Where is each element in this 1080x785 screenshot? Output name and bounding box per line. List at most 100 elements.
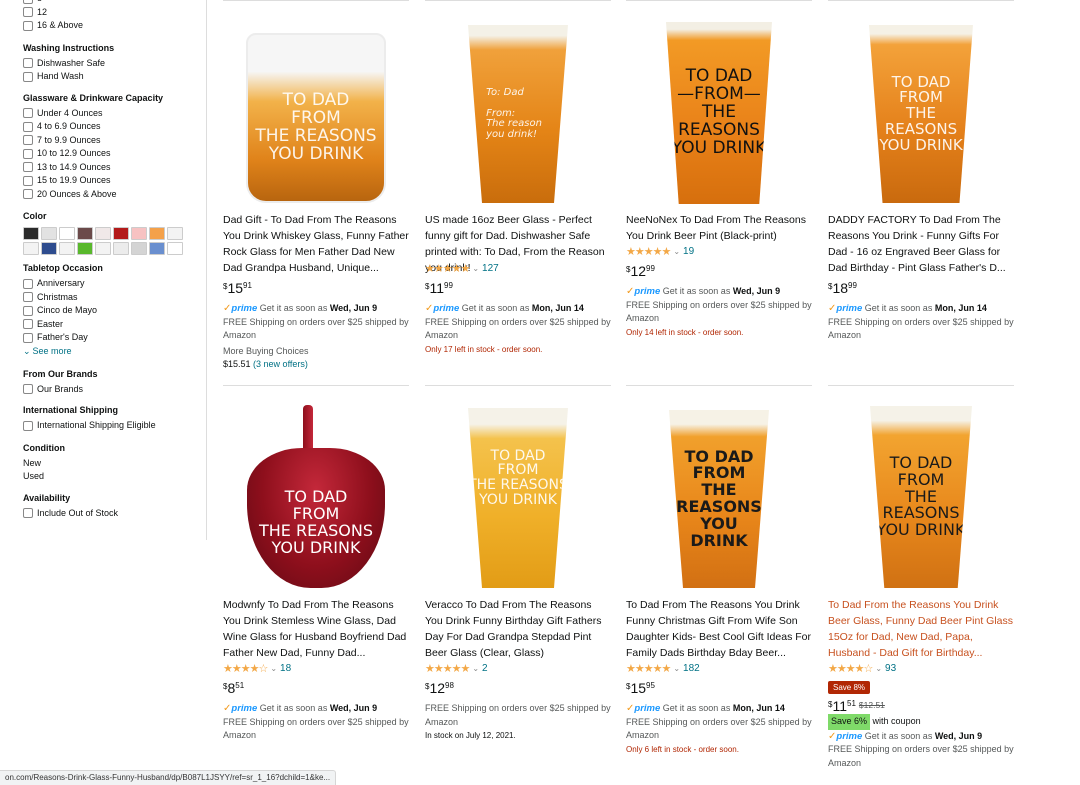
product-title-link[interactable]: Veracco To Dad From The Reasons You Drin… (425, 597, 611, 661)
filter-option[interactable]: Include Out of Stock (23, 507, 198, 521)
product-title-link[interactable]: NeeNoNex To Dad From The Reasons You Dri… (626, 212, 812, 244)
product-image[interactable]: TO DAD —FROM— THE REASONS YOU DRINK (626, 20, 812, 205)
filter-option[interactable]: Our Brands (23, 383, 198, 397)
color-swatch[interactable] (167, 242, 183, 255)
delivery-info: ✓prime Get it as soon as Mon, Jun 14 (425, 303, 584, 314)
price[interactable]: $8 51 (223, 680, 409, 698)
color-swatch[interactable] (149, 227, 165, 240)
product-title-link[interactable]: To Dad From The Reasons You Drink Funny … (626, 597, 812, 661)
color-swatch[interactable] (23, 242, 39, 255)
prime-logo: prime (836, 303, 863, 314)
color-swatch[interactable] (95, 242, 111, 255)
filter-option[interactable]: Cinco de Mayo (23, 304, 198, 318)
checkbox[interactable] (23, 58, 33, 69)
product-image[interactable]: TO DAD FROM THE REASONS YOU DRINK (223, 20, 409, 205)
color-swatch[interactable] (77, 227, 93, 240)
product-image[interactable]: To: Dad From: The reason you drink! (425, 20, 611, 205)
checkbox[interactable] (23, 420, 33, 431)
color-swatch[interactable] (41, 242, 57, 255)
color-swatch[interactable] (59, 227, 75, 240)
product-title-link[interactable]: Dad Gift - To Dad From The Reasons You D… (223, 212, 409, 276)
checkbox[interactable] (23, 292, 33, 303)
color-swatch[interactable] (131, 242, 147, 255)
color-swatch[interactable] (23, 227, 39, 240)
checkbox[interactable] (23, 162, 33, 173)
filter-option[interactable]: 15 to 19.9 Ounces (23, 174, 198, 188)
filter-option[interactable]: 20 Ounces & Above (23, 188, 198, 202)
price[interactable]: $15 95 (626, 680, 812, 698)
color-swatch[interactable] (113, 227, 129, 240)
filter-option[interactable]: 10 to 12.9 Ounces (23, 147, 198, 161)
product-title-link[interactable]: DADDY FACTORY To Dad From The Reasons Yo… (828, 212, 1014, 276)
shipping-info: FREE Shipping on orders over $25 shipped… (425, 703, 611, 727)
checkbox[interactable] (23, 20, 33, 31)
color-swatch[interactable] (77, 242, 93, 255)
checkbox[interactable] (23, 71, 33, 82)
price[interactable]: $11 99 (425, 280, 611, 298)
color-swatch[interactable] (95, 227, 111, 240)
checkbox[interactable] (23, 384, 33, 395)
checkbox[interactable] (23, 189, 33, 200)
price[interactable]: $18 99 (828, 280, 1014, 298)
color-swatch[interactable] (167, 227, 183, 240)
filter-option[interactable]: Father's Day (23, 331, 198, 345)
rating[interactable]: ★★★★☆ ⌄ 18 (223, 660, 409, 676)
checkbox[interactable] (23, 175, 33, 186)
color-swatch[interactable] (131, 227, 147, 240)
product-image[interactable]: TO DAD FROM THE REASONS YOU DRINK (626, 405, 812, 590)
checkbox[interactable] (23, 135, 33, 146)
rating[interactable]: ★★★★☆ ⌄ 93 (828, 660, 1014, 676)
product-title-link[interactable]: Modwnfy To Dad From The Reasons You Drin… (223, 597, 409, 661)
checkbox[interactable] (23, 305, 33, 316)
price[interactable]: $12 99 (626, 263, 812, 281)
coupon[interactable]: Save 6% with coupon (828, 714, 1014, 730)
checkbox[interactable] (23, 108, 33, 119)
rating[interactable]: ★★★★★ ⌄ 19 (626, 243, 812, 259)
filter-option[interactable]: Dishwasher Safe (23, 57, 198, 71)
whiskey-glass: TO DAD FROM THE REASONS YOU DRINK (246, 33, 386, 203)
product-image[interactable]: TO DAD FROM THE REASONS YOU DRINK (223, 405, 409, 590)
see-more-link[interactable]: ⌄ See more (23, 345, 198, 358)
filter-option[interactable]: Anniversary (23, 277, 198, 291)
color-swatch[interactable] (41, 227, 57, 240)
rating[interactable]: ★★★★★ ⌄ 182 (626, 660, 812, 676)
condition-new-link[interactable]: New (23, 457, 198, 471)
checkbox[interactable] (23, 278, 33, 289)
filter-option[interactable]: 13 to 14.9 Ounces (23, 161, 198, 175)
checkbox[interactable] (23, 332, 33, 343)
rating[interactable]: ★★★★★ ⌄ 2 (425, 660, 611, 676)
shipping-info: FREE Shipping on orders over $25 shipped… (223, 716, 409, 741)
filter-option[interactable]: International Shipping Eligible (23, 419, 198, 433)
checkbox[interactable] (23, 7, 33, 18)
filter-option[interactable]: Christmas (23, 291, 198, 305)
condition-used-link[interactable]: Used (23, 470, 198, 484)
color-swatch[interactable] (59, 242, 75, 255)
price[interactable]: $15 91 (223, 280, 409, 298)
checkbox[interactable] (23, 319, 33, 330)
checkbox[interactable] (23, 148, 33, 159)
price[interactable]: $12 98 (425, 680, 611, 698)
checkbox[interactable] (23, 508, 33, 519)
filter-option[interactable]: Easter (23, 318, 198, 332)
filter-option[interactable]: 4 to 6.9 Ounces (23, 120, 198, 134)
filter-option[interactable]: Hand Wash (23, 70, 198, 84)
filter-option[interactable]: 7 to 9.9 Ounces (23, 134, 198, 148)
shipping-info: FREE Shipping on orders over $25 shipped… (626, 299, 812, 324)
prime-logo: prime (634, 286, 661, 297)
product-title-link[interactable]: To Dad From the Reasons You Drink Beer G… (828, 597, 1014, 661)
section-title-washing: Washing Instructions (23, 42, 115, 53)
rating[interactable]: ★★★★★ ⌄ 127 (425, 260, 611, 276)
coupon-badge: Save 6% (828, 714, 871, 730)
product-image[interactable]: TO DAD FROM THE REASONS YOU DRINK (425, 405, 611, 590)
product-image[interactable]: TO DAD FROM THE REASONS YOU DRINK (828, 20, 1014, 205)
color-swatch[interactable] (113, 242, 129, 255)
checkbox[interactable] (23, 121, 33, 132)
checkbox[interactable] (23, 0, 33, 4)
filter-option[interactable]: Under 4 Ounces (23, 107, 198, 121)
filter-option[interactable]: 12 (23, 6, 198, 20)
product-image[interactable]: TO DAD FROM THE REASONS YOU DRINK (828, 405, 1014, 590)
filter-option[interactable]: 16 & Above (23, 19, 198, 33)
color-swatch[interactable] (149, 242, 165, 255)
offers-link[interactable]: (3 new offers) (253, 359, 308, 369)
shipping-info: FREE Shipping on orders over $25 shipped… (425, 316, 611, 341)
